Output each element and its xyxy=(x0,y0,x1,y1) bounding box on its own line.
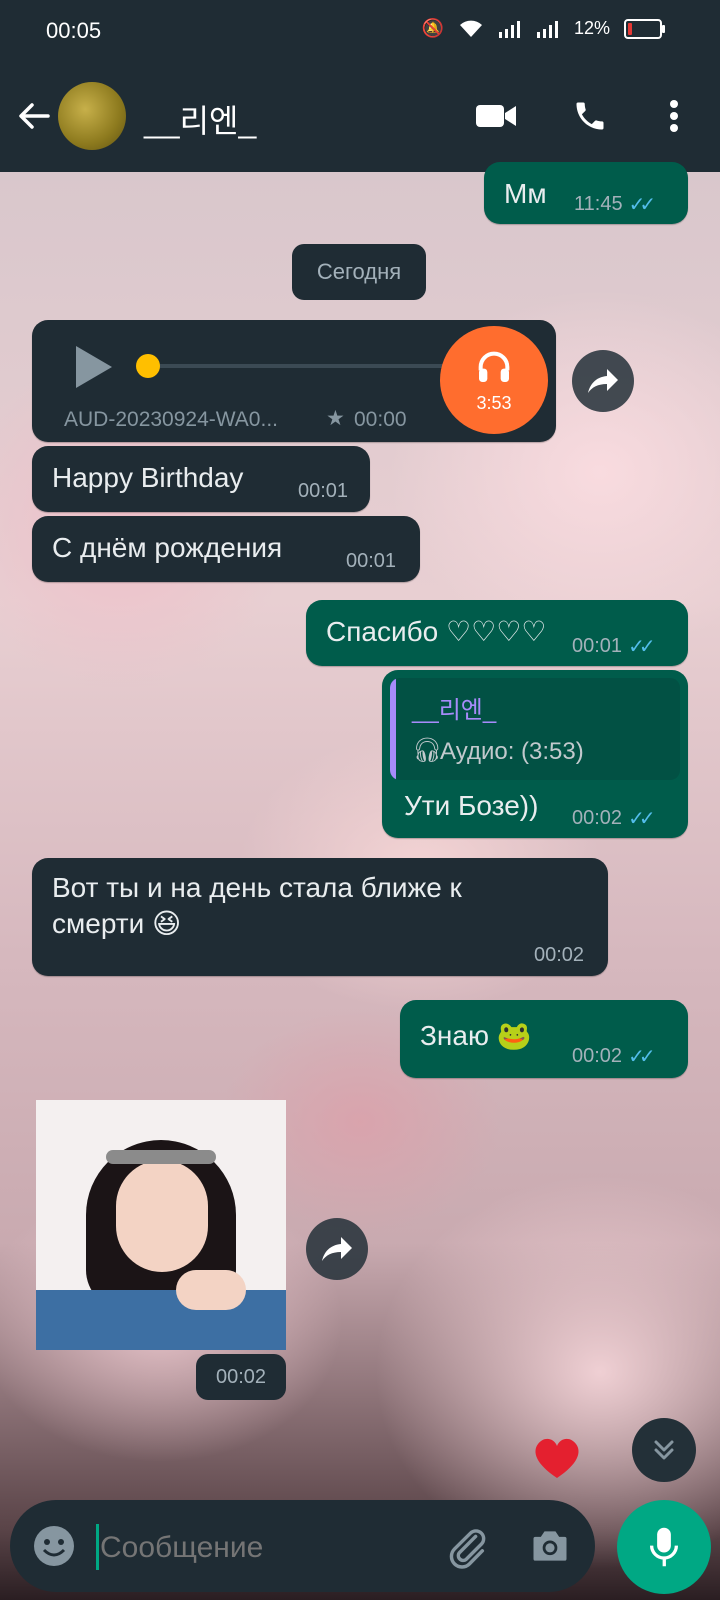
message-time: 00:02 xyxy=(572,1045,623,1067)
wifi-icon xyxy=(459,20,482,37)
emoji-icon[interactable] xyxy=(32,1524,76,1568)
signal-icon xyxy=(498,20,520,38)
message-time: 11:45 xyxy=(574,193,623,215)
message-meta: 00:01 ✓✓ xyxy=(572,634,655,659)
mute-notification-icon: 🔕 xyxy=(421,18,444,38)
audio-file-name: AUD-20230924-WA0... xyxy=(64,408,278,431)
message-bubble[interactable]: Спасибо ♡♡♡♡ 00:01 ✓✓ xyxy=(306,600,688,666)
message-time: 00:02 xyxy=(572,807,623,829)
audio-progress-track[interactable] xyxy=(144,364,444,368)
battery-percent: 12% xyxy=(573,18,610,38)
status-icons: 🔕 12% xyxy=(421,18,665,39)
message-time: 00:01 xyxy=(298,480,349,502)
message-text: Мм xyxy=(504,178,547,209)
forward-button[interactable] xyxy=(572,350,634,412)
message-bubble[interactable]: Happy Birthday 00:01 xyxy=(32,446,370,512)
video-call-button[interactable] xyxy=(472,92,520,140)
sticker-hands xyxy=(176,1270,246,1310)
message-input[interactable] xyxy=(98,1520,432,1576)
message-meta: 00:02 ✓✓ xyxy=(572,1044,655,1069)
message-bubble[interactable]: Вот ты и на день стала ближе к смерти 😆 … xyxy=(32,858,608,976)
heart-reaction-icon xyxy=(535,1438,579,1478)
headphones-small-icon: 🎧︎ xyxy=(412,737,443,764)
star-icon: ★ xyxy=(326,407,345,430)
back-arrow-icon[interactable] xyxy=(14,96,54,136)
voice-record-button[interactable] xyxy=(617,1500,711,1594)
message-meta: 00:02 ✓✓ xyxy=(572,806,655,831)
forward-button[interactable] xyxy=(306,1218,368,1280)
quote-author: __리엔_ xyxy=(412,697,497,724)
battery-icon xyxy=(624,18,665,39)
sticker-headband xyxy=(106,1150,216,1164)
audio-duration: 3:53 xyxy=(476,392,512,413)
chat-header: __리엔_ xyxy=(0,62,720,172)
read-ticks-icon: ✓✓ xyxy=(628,194,656,216)
forward-arrow-icon xyxy=(588,369,618,393)
audio-message[interactable]: AUD-20230924-WA0... ★ 00:00 3:53 xyxy=(32,320,556,442)
audio-badge: 3:53 xyxy=(440,326,548,434)
phone-icon xyxy=(576,102,604,130)
signal-2-icon xyxy=(536,20,558,38)
read-ticks-icon: ✓✓ xyxy=(628,636,655,658)
contact-name[interactable]: __리엔_ xyxy=(144,96,256,142)
camera-icon[interactable] xyxy=(528,1524,572,1568)
attach-icon[interactable] xyxy=(444,1524,490,1570)
message-text: Вот ты и на день стала ближе к смерти 😆 xyxy=(52,872,462,939)
quote-accent-bar xyxy=(390,678,396,780)
reply-message-bubble[interactable]: __리엔_ 🎧︎ Аудио: (3:53) Ути Бозе)) 00:02 … xyxy=(382,670,688,838)
message-meta: 11:45 ✓✓ xyxy=(574,192,656,217)
message-text: Happy Birthday xyxy=(52,462,244,493)
message-time: 00:01 xyxy=(572,635,623,657)
sticker-time-chip: 00:02 xyxy=(196,1354,286,1400)
status-bar: 00:05 🔕 12% xyxy=(0,0,720,62)
audio-progress-knob[interactable] xyxy=(136,354,160,378)
message-text: Знаю 🐸 xyxy=(420,1020,532,1051)
microphone-icon xyxy=(649,1527,679,1567)
message-text: Ути Бозе)) xyxy=(404,790,539,821)
read-ticks-icon: ✓✓ xyxy=(628,808,655,830)
scroll-to-bottom-button[interactable] xyxy=(632,1418,696,1482)
quote-text: Аудио: (3:53) xyxy=(440,738,584,765)
message-bubble[interactable]: Мм 11:45 ✓✓ xyxy=(484,162,688,224)
audio-position: 00:00 xyxy=(354,408,407,431)
more-options-button[interactable] xyxy=(650,92,698,140)
message-input-bar xyxy=(10,1500,595,1592)
read-ticks-icon: ✓✓ xyxy=(628,1046,655,1068)
message-time: 00:01 xyxy=(346,550,397,572)
date-separator: Сегодня xyxy=(292,244,426,300)
sticker-face xyxy=(116,1160,208,1272)
forward-arrow-icon xyxy=(322,1237,352,1261)
contact-avatar[interactable] xyxy=(58,82,126,150)
sticker-jacket xyxy=(36,1290,286,1350)
voice-call-button[interactable] xyxy=(566,92,614,140)
quoted-message[interactable]: __리엔_ 🎧︎ Аудио: (3:53) xyxy=(390,678,680,780)
double-chevron-down-icon xyxy=(654,1440,674,1460)
message-text: Спасибо ♡♡♡♡ xyxy=(326,616,547,647)
headphones-icon xyxy=(478,351,510,382)
more-vertical-icon xyxy=(670,100,678,132)
message-time: 00:02 xyxy=(534,944,585,966)
message-bubble[interactable]: Знаю 🐸 00:02 ✓✓ xyxy=(400,1000,688,1078)
message-text: С днём рождения xyxy=(52,532,283,563)
play-icon[interactable] xyxy=(74,344,114,390)
video-camera-icon xyxy=(476,105,516,127)
status-time: 00:05 xyxy=(46,18,102,43)
sticker-image[interactable] xyxy=(36,1100,286,1350)
message-bubble[interactable]: С днём рождения 00:01 xyxy=(32,516,420,582)
message-time: 00:02 xyxy=(215,1365,267,1388)
